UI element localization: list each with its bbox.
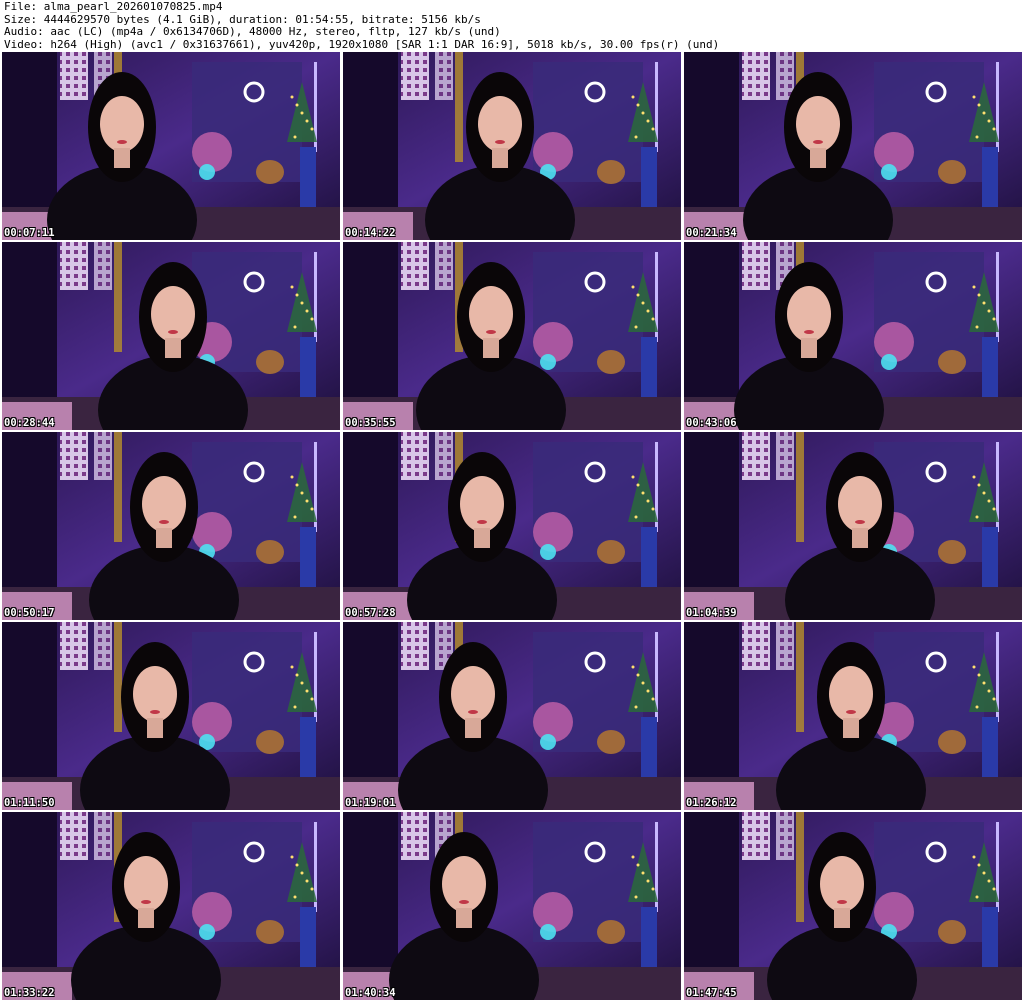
thumbnail-timestamp: 01:47:45 xyxy=(686,987,737,999)
thumbnail-scene-image xyxy=(343,52,681,240)
video-thumbnail[interactable]: 01:47:45 xyxy=(684,812,1022,1000)
file-info-header: File: alma_pearl_202601070825.mp4 Size: … xyxy=(4,1,1020,51)
thumbnail-scene-image xyxy=(343,242,681,430)
thumbnail-timestamp: 00:43:06 xyxy=(686,417,737,429)
thumbnail-scene-image xyxy=(343,622,681,810)
video-thumbnail[interactable]: 01:33:22 xyxy=(2,812,340,1000)
thumbnail-timestamp: 00:21:34 xyxy=(686,227,737,239)
video-info-line: Video: h264 (High) (avc1 / 0x31637661), … xyxy=(4,38,720,51)
thumbnail-timestamp: 00:50:17 xyxy=(4,607,55,619)
thumbnail-timestamp: 01:40:34 xyxy=(345,987,396,999)
thumbnail-timestamp: 00:28:44 xyxy=(4,417,55,429)
video-thumbnail[interactable]: 00:35:55 xyxy=(343,242,681,430)
thumbnail-timestamp: 00:35:55 xyxy=(345,417,396,429)
thumbnail-scene-image xyxy=(684,432,1022,620)
video-thumbnail[interactable]: 01:26:12 xyxy=(684,622,1022,810)
thumbnail-scene-image xyxy=(684,622,1022,810)
file-size-line: Size: 4444629570 bytes (4.1 GiB), durati… xyxy=(4,13,481,26)
thumbnail-timestamp: 01:33:22 xyxy=(4,987,55,999)
video-thumbnail[interactable]: 00:43:06 xyxy=(684,242,1022,430)
thumbnail-scene-image xyxy=(2,242,340,430)
audio-info-line: Audio: aac (LC) (mp4a / 0x6134706D), 480… xyxy=(4,26,501,38)
thumbnail-scene-image xyxy=(2,432,340,620)
thumbnail-timestamp: 00:57:28 xyxy=(345,607,396,619)
video-thumbnail[interactable]: 01:04:39 xyxy=(684,432,1022,620)
thumbnail-timestamp: 00:07:11 xyxy=(4,227,55,239)
video-thumbnail[interactable]: 00:57:28 xyxy=(343,432,681,620)
video-thumbnail[interactable]: 00:07:11 xyxy=(2,52,340,240)
video-thumbnail[interactable]: 01:40:34 xyxy=(343,812,681,1000)
thumbnail-grid: 00:07:11 00:14:22 00:21:34 00:28:44 00:35:55… xyxy=(2,52,1022,1002)
thumbnail-scene-image xyxy=(2,812,340,1000)
thumbnail-timestamp: 01:04:39 xyxy=(686,607,737,619)
thumbnail-scene-image xyxy=(343,432,681,620)
video-thumbnail[interactable]: 00:50:17 xyxy=(2,432,340,620)
video-thumbnail[interactable]: 01:19:01 xyxy=(343,622,681,810)
video-thumbnail[interactable]: 01:11:50 xyxy=(2,622,340,810)
thumbnail-timestamp: 01:19:01 xyxy=(345,797,396,809)
thumbnail-scene-image xyxy=(684,52,1022,240)
video-thumbnail[interactable]: 00:21:34 xyxy=(684,52,1022,240)
thumbnail-timestamp: 01:26:12 xyxy=(686,797,737,809)
thumbnail-timestamp: 00:14:22 xyxy=(345,227,396,239)
thumbnail-scene-image xyxy=(2,52,340,240)
video-thumbnail[interactable]: 00:28:44 xyxy=(2,242,340,430)
thumbnail-scene-image xyxy=(684,242,1022,430)
video-thumbnail[interactable]: 00:14:22 xyxy=(343,52,681,240)
file-name-line: File: alma_pearl_202601070825.mp4 xyxy=(4,1,223,13)
thumbnail-scene-image xyxy=(2,622,340,810)
thumbnail-scene-image xyxy=(343,812,681,1000)
thumbnail-scene-image xyxy=(684,812,1022,1000)
thumbnail-timestamp: 01:11:50 xyxy=(4,797,55,809)
